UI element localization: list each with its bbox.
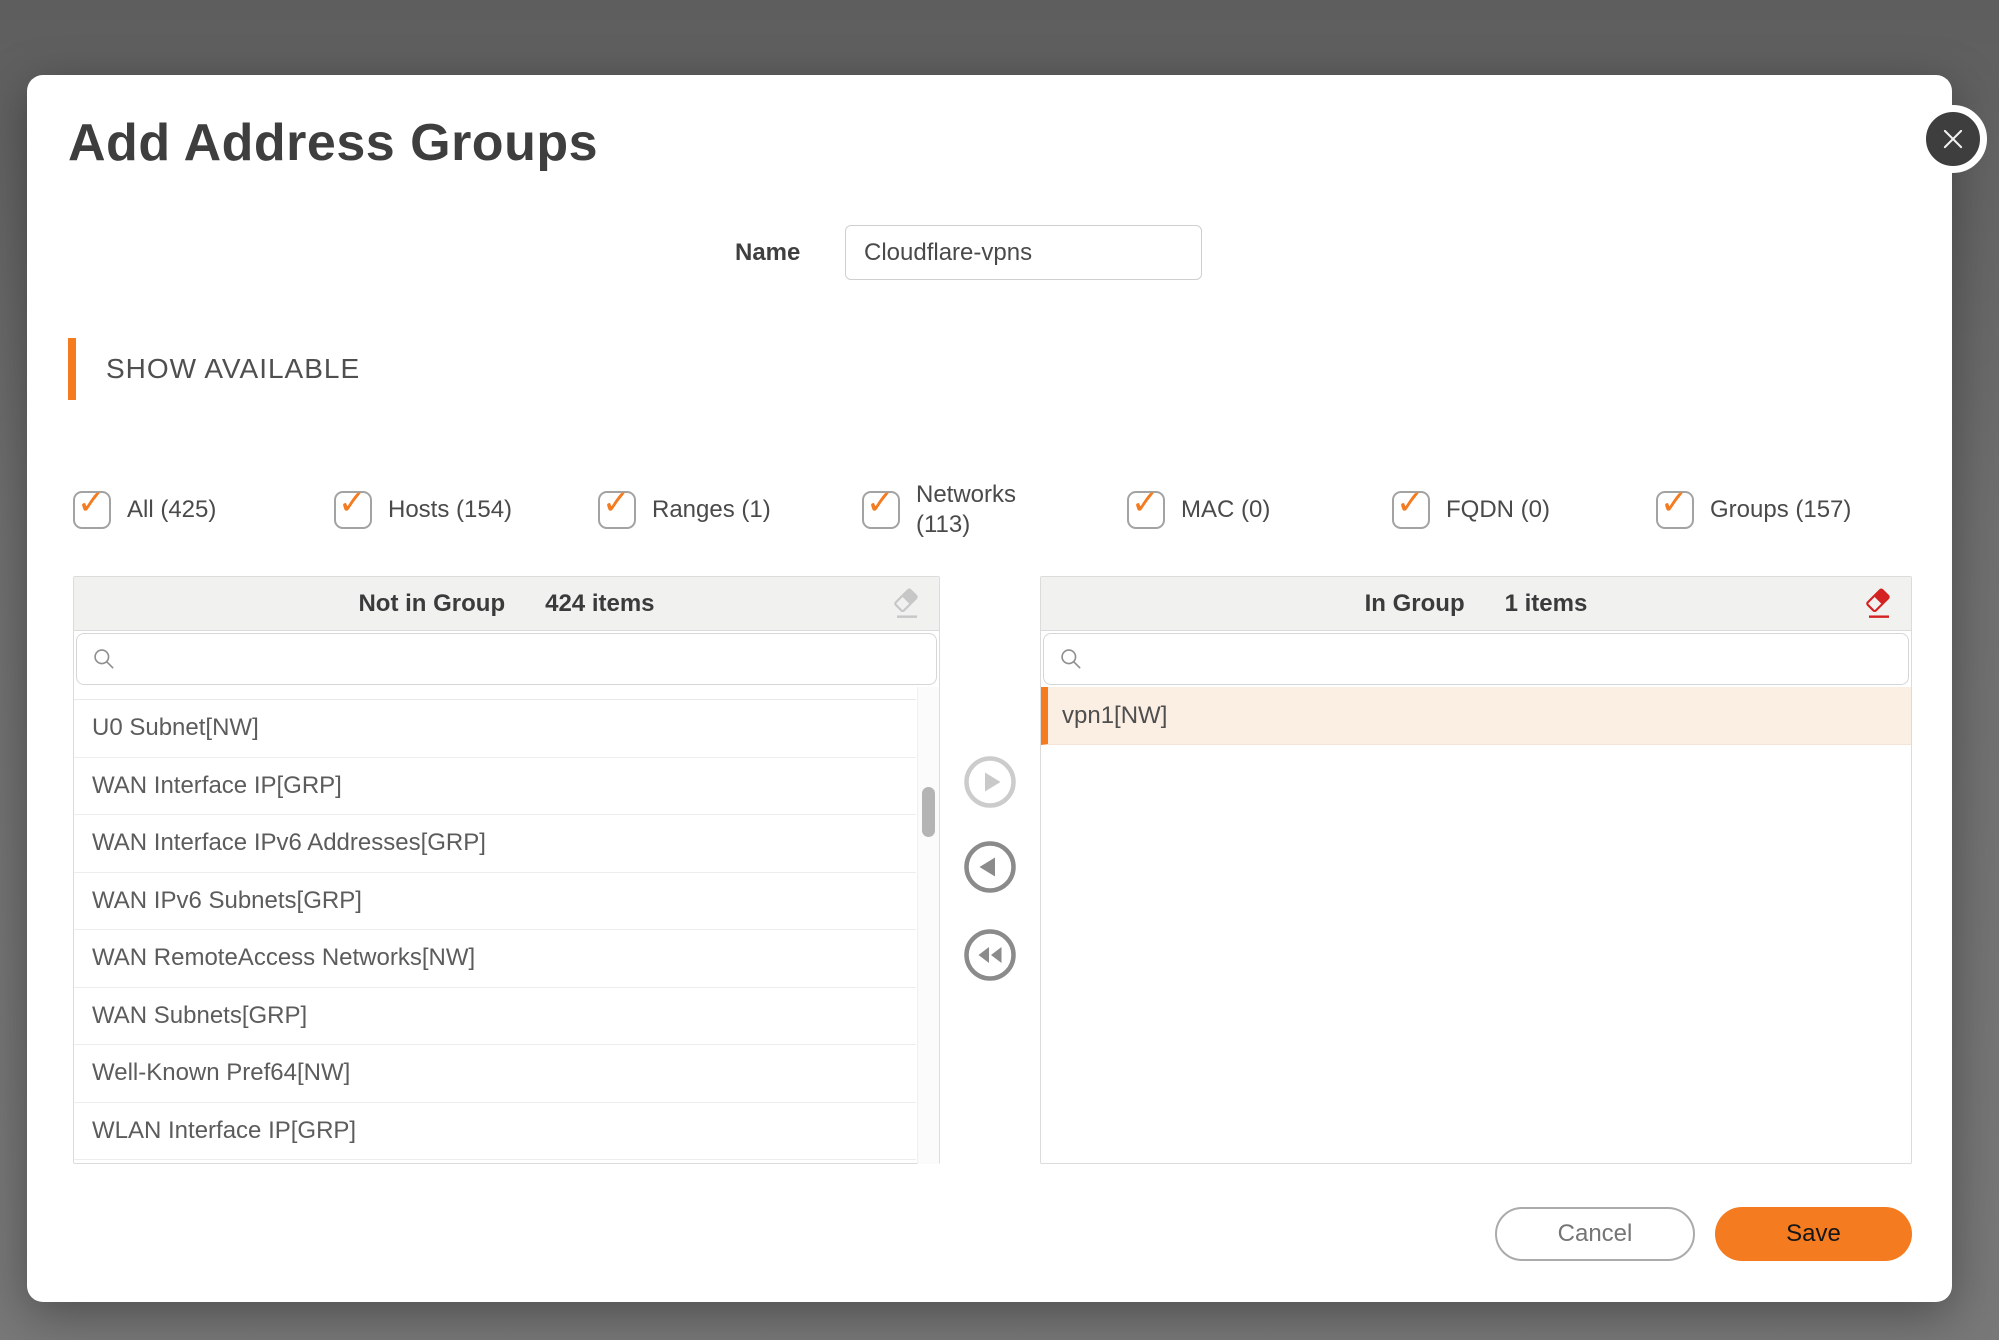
close-button[interactable] [1919, 105, 1987, 173]
name-label: Name [735, 239, 809, 267]
list-item-label: vpn1[NW] [1062, 702, 1167, 730]
filter-checkbox-item[interactable]: ✓ Hosts (154) [334, 450, 512, 570]
checkmark-icon: ✓ [1131, 486, 1160, 520]
cancel-button[interactable]: Cancel [1495, 1207, 1695, 1261]
section-accent-bar [68, 338, 76, 400]
checkmark-icon: ✓ [1660, 486, 1689, 520]
in-group-list: vpn1[NW] [1041, 687, 1911, 1164]
filter-label: Hosts (154) [388, 495, 512, 525]
scrollbar-thumb[interactable] [922, 787, 935, 837]
checkbox-icon[interactable]: ✓ [1392, 491, 1430, 529]
list-item-label: WLAN Interface IP[GRP] [92, 1117, 356, 1145]
save-button[interactable]: Save [1715, 1207, 1912, 1261]
list-item[interactable]: WAN RemoteAccess Networks[NW] [74, 930, 916, 988]
not-in-group-rows: U0 Subnet[NW] WAN Interface IP[GRP] WAN … [74, 700, 939, 1160]
section-heading-label: SHOW AVAILABLE [106, 353, 360, 385]
in-group-title: In Group [1365, 590, 1465, 618]
checkbox-icon[interactable]: ✓ [1127, 491, 1165, 529]
not-in-group-search-input[interactable] [117, 634, 936, 684]
filter-label: MAC (0) [1181, 495, 1270, 525]
not-in-group-count: 424 items [545, 590, 654, 618]
in-group-panel: In Group 1 items [1040, 576, 1912, 1164]
list-item[interactable]: WAN IPv6 Subnets[GRP] [74, 873, 916, 931]
dialog-title: Add Address Groups [68, 113, 598, 173]
clear-in-group-button[interactable] [1863, 588, 1895, 620]
move-all-left-icon [963, 928, 1017, 982]
filter-checkbox-item[interactable]: ✓ Ranges (1) [598, 450, 771, 570]
list-item[interactable]: WLAN Interface IP[GRP] [74, 1103, 916, 1161]
filter-checkbox-item[interactable]: ✓ FQDN (0) [1392, 450, 1550, 570]
search-icon [91, 646, 117, 672]
checkbox-icon[interactable]: ✓ [73, 491, 111, 529]
remove-all-from-group-button[interactable] [963, 928, 1017, 982]
show-available-section: SHOW AVAILABLE [68, 338, 360, 400]
in-group-search-input[interactable] [1084, 634, 1908, 684]
checkmark-icon: ✓ [1396, 486, 1425, 520]
list-item-label: WAN Interface IP[GRP] [92, 772, 342, 800]
list-item[interactable]: WAN Subnets[GRP] [74, 988, 916, 1046]
filter-label: Networks (113) [916, 480, 1028, 540]
list-item[interactable]: U0 Subnet[NW] [74, 700, 916, 758]
list-item[interactable]: WAN Interface IPv6 Addresses[GRP] [74, 815, 916, 873]
in-group-rows: vpn1[NW] [1041, 687, 1911, 745]
list-item[interactable]: Well-Known Pref64[NW] [74, 1045, 916, 1103]
filter-label: All (425) [127, 495, 216, 525]
checkmark-icon: ✓ [602, 486, 631, 520]
checkbox-icon[interactable]: ✓ [862, 491, 900, 529]
filter-checkbox-item[interactable]: ✓ All (425) [73, 450, 216, 570]
not-in-group-list: U0 Subnet[NW] WAN Interface IP[GRP] WAN … [74, 687, 939, 1164]
filter-label: FQDN (0) [1446, 495, 1550, 525]
checkmark-icon: ✓ [77, 486, 106, 520]
add-address-groups-dialog: Add Address Groups Name SHOW AVAILABLE ✓ [27, 75, 1952, 1302]
filter-checkbox-item[interactable]: ✓ Groups (157) [1656, 450, 1851, 570]
list-item-label: WAN IPv6 Subnets[GRP] [92, 887, 362, 915]
checkbox-icon[interactable]: ✓ [334, 491, 372, 529]
clear-not-in-group-button[interactable] [891, 588, 923, 620]
move-left-icon [963, 840, 1017, 894]
list-item-label: Well-Known Pref64[NW] [92, 1059, 350, 1087]
checkmark-icon: ✓ [338, 486, 367, 520]
move-to-group-button[interactable] [963, 755, 1017, 809]
list-item-label: U0 Subnet[NW] [92, 714, 259, 742]
filter-label: Groups (157) [1710, 495, 1851, 525]
scrolled-partial-row [74, 687, 916, 700]
filter-label: Ranges (1) [652, 495, 771, 525]
name-field-row: Name [735, 225, 1202, 280]
filter-checkbox-item[interactable]: ✓ MAC (0) [1127, 450, 1270, 570]
eraser-icon [1863, 588, 1895, 620]
selected-list-item[interactable]: vpn1[NW] [1041, 687, 1911, 745]
remove-from-group-button[interactable] [963, 840, 1017, 894]
screen-backdrop: Add Address Groups Name SHOW AVAILABLE ✓ [0, 0, 1999, 1340]
checkmark-icon: ✓ [866, 486, 895, 520]
move-right-icon [963, 755, 1017, 809]
type-filter-row: ✓ All (425) ✓ Hosts (154) ✓ Ranges (1) [27, 450, 1952, 570]
list-item-label: WAN Subnets[GRP] [92, 1002, 307, 1030]
in-group-count: 1 items [1505, 590, 1588, 618]
not-in-group-header: Not in Group 424 items [74, 577, 939, 631]
not-in-group-title: Not in Group [358, 590, 505, 618]
search-icon [1058, 646, 1084, 672]
not-in-group-search [76, 633, 937, 685]
list-item-label: WAN RemoteAccess Networks[NW] [92, 944, 475, 972]
filter-checkbox-item[interactable]: ✓ Networks (113) [862, 450, 1028, 570]
list-item-label: WAN Interface IPv6 Addresses[GRP] [92, 829, 486, 857]
name-input[interactable] [845, 225, 1202, 280]
eraser-icon [891, 588, 923, 620]
list-item[interactable]: WAN Interface IP[GRP] [74, 758, 916, 816]
checkbox-icon[interactable]: ✓ [1656, 491, 1694, 529]
in-group-search [1043, 633, 1909, 685]
close-icon [1938, 124, 1968, 154]
scrollbar-track[interactable] [917, 687, 939, 1164]
checkbox-icon[interactable]: ✓ [598, 491, 636, 529]
not-in-group-panel: Not in Group 424 items [73, 576, 940, 1164]
in-group-header: In Group 1 items [1041, 577, 1911, 631]
